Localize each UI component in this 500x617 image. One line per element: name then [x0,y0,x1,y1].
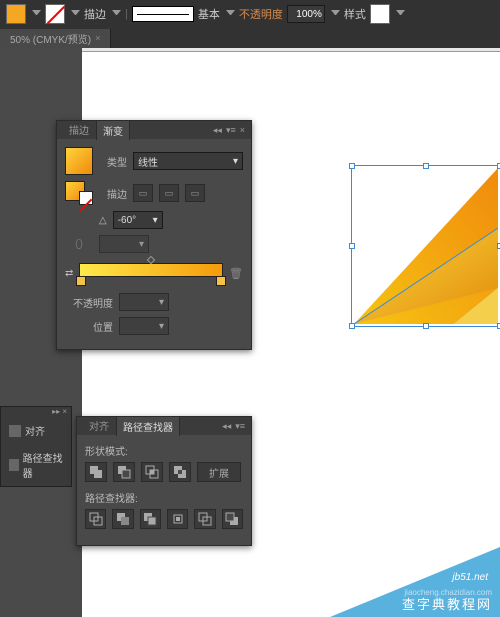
gradient-panel-head[interactable]: 描边 渐变 ◂◂ ▾≡ × [57,121,251,139]
fill-stroke-proxy[interactable] [65,181,93,205]
gradient-slider[interactable] [79,263,223,277]
tab-pathfinder[interactable]: 路径查找器 [116,416,180,436]
pathfinders-label: 路径查找器: [85,490,243,505]
chevron-down-icon: ▾ [139,239,144,250]
gradient-panel[interactable]: 描边 渐变 ◂◂ ▾≡ × 类型 线性 ▾ 描边 ▭ ▭ ▭ [56,120,252,350]
gradient-angle-input[interactable]: -60° ▾ [113,211,163,229]
shape-modes-label: 形状模式: [85,443,243,458]
pf-outline-button[interactable] [194,509,215,529]
stroke-grad-mode-1[interactable]: ▭ [133,184,153,202]
stroke-grad-mode-2[interactable]: ▭ [159,184,179,202]
panel-close-icon[interactable]: × [240,125,245,136]
handle-mid-left[interactable] [349,243,355,249]
stroke-style-preview[interactable] [132,6,194,22]
close-tab-icon[interactable]: × [95,33,100,43]
stroke-swatch-dropdown-icon[interactable] [71,10,80,19]
stop-location-input[interactable]: ▾ [119,317,169,335]
angle-icon: △ [99,215,107,226]
watermark: jb51.net jiaocheng.chazidian.com 查字典教程网 [330,547,500,617]
document-tab-title: 50% (CMYK/预览) [10,31,91,46]
shape-exclude-button[interactable] [169,462,191,482]
graphic-style-dropdown-icon[interactable] [396,10,405,19]
gradient-preview-swatch[interactable] [65,147,93,175]
watermark-url1: jb51.net [452,572,488,583]
tab-align[interactable]: 对齐 [83,416,115,436]
opacity-dropdown-icon[interactable] [331,10,340,19]
gradient-aspect-input: ▾ [99,235,149,253]
tab-gradient[interactable]: 渐变 [96,120,130,140]
delete-stop-icon[interactable]: 🗑 [229,267,243,280]
chevron-down-icon: ▾ [233,156,238,167]
stroke-grad-mode-3[interactable]: ▭ [185,184,205,202]
pathfinder-panel-body: 形状模式: 扩展 路径查找器: [77,435,251,545]
fill-dropdown-icon[interactable] [32,10,41,19]
selection-bounds [351,165,500,327]
chevron-down-icon: ▾ [159,321,164,332]
stroke-weight-dropdown-icon[interactable] [112,10,121,19]
selected-artwork[interactable] [354,168,498,324]
handle-top-left[interactable] [349,163,355,169]
panel-menu-icon[interactable]: ▾≡ [226,125,236,136]
pf-divide-button[interactable] [85,509,106,529]
handle-bot-left[interactable] [349,323,355,329]
opacity-label: 不透明度 [239,6,283,22]
expand-button[interactable]: 扩展 [197,462,241,482]
gradient-type-value: 线性 [138,154,158,169]
gradient-stop-right[interactable] [216,276,226,286]
stop-opacity-label: 不透明度 [65,295,113,310]
graphic-style-swatch[interactable] [370,4,390,24]
chevron-down-icon: ▾ [159,297,164,308]
dock-item-pathfinder-label: 路径查找器 [23,450,63,480]
ruler-horizontal [82,48,500,52]
pf-trim-button[interactable] [112,509,133,529]
dock-item-align-label: 对齐 [25,423,45,438]
fill-swatch[interactable] [6,4,26,24]
align-icon [9,425,21,437]
pf-merge-button[interactable] [140,509,161,529]
stroke-style-label: 基本 [198,6,220,22]
watermark-brand: 查字典教程网 [402,594,492,613]
gradient-panel-body: 类型 线性 ▾ 描边 ▭ ▭ ▭ △ -60° ▾ [57,139,251,349]
opacity-input[interactable] [287,5,325,23]
chevron-down-icon: ▾ [153,215,158,226]
pf-minus-back-button[interactable] [222,509,243,529]
stroke-label: 描边 [84,6,106,22]
handle-top-mid[interactable] [423,163,429,169]
panel-menu-icon[interactable]: ▾≡ [235,421,245,432]
dock-item-align[interactable]: 对齐 [1,417,71,444]
gradient-midpoint[interactable] [147,256,155,264]
stroke-gradient-label: 描边 [99,186,127,201]
pathfinder-panel-head[interactable]: 对齐 路径查找器 ◂◂ ▾≡ [77,417,251,435]
divider: | [125,8,128,20]
pathfinder-panel[interactable]: 对齐 路径查找器 ◂◂ ▾≡ 形状模式: 扩展 路径查找器: [76,416,252,546]
dock-item-pathfinder[interactable]: 路径查找器 [1,444,71,486]
tab-stroke[interactable]: 描边 [63,120,95,140]
gradient-type-dropdown[interactable]: 线性 ▾ [133,152,243,170]
reverse-gradient-icon[interactable]: ⇄ [65,268,73,279]
pf-crop-button[interactable] [167,509,188,529]
gradient-angle-value: -60° [118,215,136,226]
stop-location-label: 位置 [65,319,113,334]
stroke-swatch-none[interactable] [45,4,65,24]
side-panel-dock: ▸▸ × 对齐 路径查找器 [0,406,72,487]
options-bar: 描边 | 基本 不透明度 样式 [0,0,500,28]
panel-collapse-icon[interactable]: ◂◂ [213,125,222,136]
document-tab[interactable]: 50% (CMYK/预览) × [0,29,111,48]
type-label: 类型 [99,154,127,169]
dock-expand-icon[interactable]: ▸▸ × [1,407,71,417]
aspect-icon: ⬯ [65,237,93,252]
stroke-style-dropdown-icon[interactable] [226,10,235,19]
shape-unite-button[interactable] [85,462,107,482]
document-tab-bar: 50% (CMYK/预览) × [0,28,500,48]
panel-collapse-icon[interactable]: ◂◂ [222,421,231,432]
handle-bot-mid[interactable] [423,323,429,329]
style-label: 样式 [344,6,366,22]
shape-minus-front-button[interactable] [113,462,135,482]
shape-intersect-button[interactable] [141,462,163,482]
pathfinder-icon [9,459,19,471]
gradient-stop-left[interactable] [76,276,86,286]
stop-opacity-input[interactable]: ▾ [119,293,169,311]
